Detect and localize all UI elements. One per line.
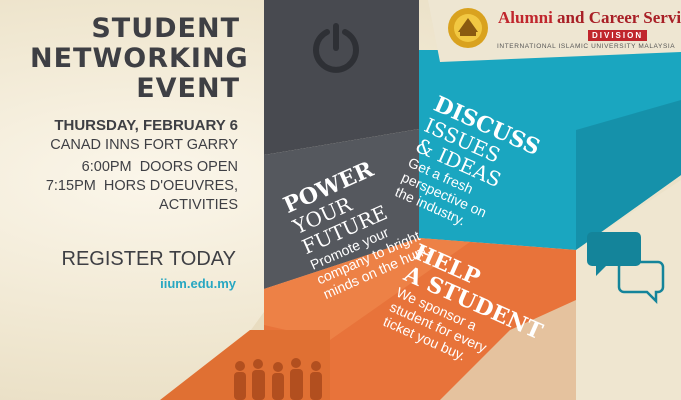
event-venue: CANAD INNS FORT GARRY	[50, 137, 238, 153]
people-silhouette-icon	[234, 358, 322, 400]
university-crest-icon	[448, 8, 488, 48]
logo-title-part1: Alumni	[498, 8, 553, 27]
schedule-activity: DOORS OPEN	[139, 159, 238, 175]
schedule-extra: ACTIVITIES	[159, 197, 238, 213]
logo-title-part2: and Career Services	[557, 8, 681, 27]
schedule-row-2: 7:15PM HORS D'OEUVRES,	[10, 177, 238, 195]
logo-division: DIVISION	[588, 30, 648, 41]
headline-line-2: NETWORKING	[30, 43, 249, 74]
register-button[interactable]: REGISTER TODAY	[30, 248, 236, 271]
event-date: THURSDAY, FEBRUARY 6	[54, 117, 238, 134]
schedule-row-1: 6:00PM DOORS OPEN	[10, 158, 238, 176]
schedule-activity: HORS D'OEUVRES,	[103, 178, 238, 194]
logo-university: INTERNATIONAL ISLAMIC UNIVERSITY MALAYSI…	[497, 43, 676, 50]
chat-bubbles-icon	[587, 232, 665, 304]
website-link[interactable]: iium.edu.my	[30, 276, 236, 291]
headline-line-3: EVENT	[136, 73, 240, 104]
event-poster: STUDENT NETWORKING EVENT THURSDAY, FEBRU…	[0, 0, 681, 400]
schedule-time: 7:15PM	[45, 178, 96, 194]
logo-title: Alumni and Career Services	[498, 8, 681, 28]
schedule-time: 6:00PM	[81, 159, 132, 175]
power-icon	[313, 23, 359, 73]
event-headline: STUDENT NETWORKING EVENT	[30, 13, 249, 104]
headline-line-1: STUDENT	[91, 13, 240, 44]
